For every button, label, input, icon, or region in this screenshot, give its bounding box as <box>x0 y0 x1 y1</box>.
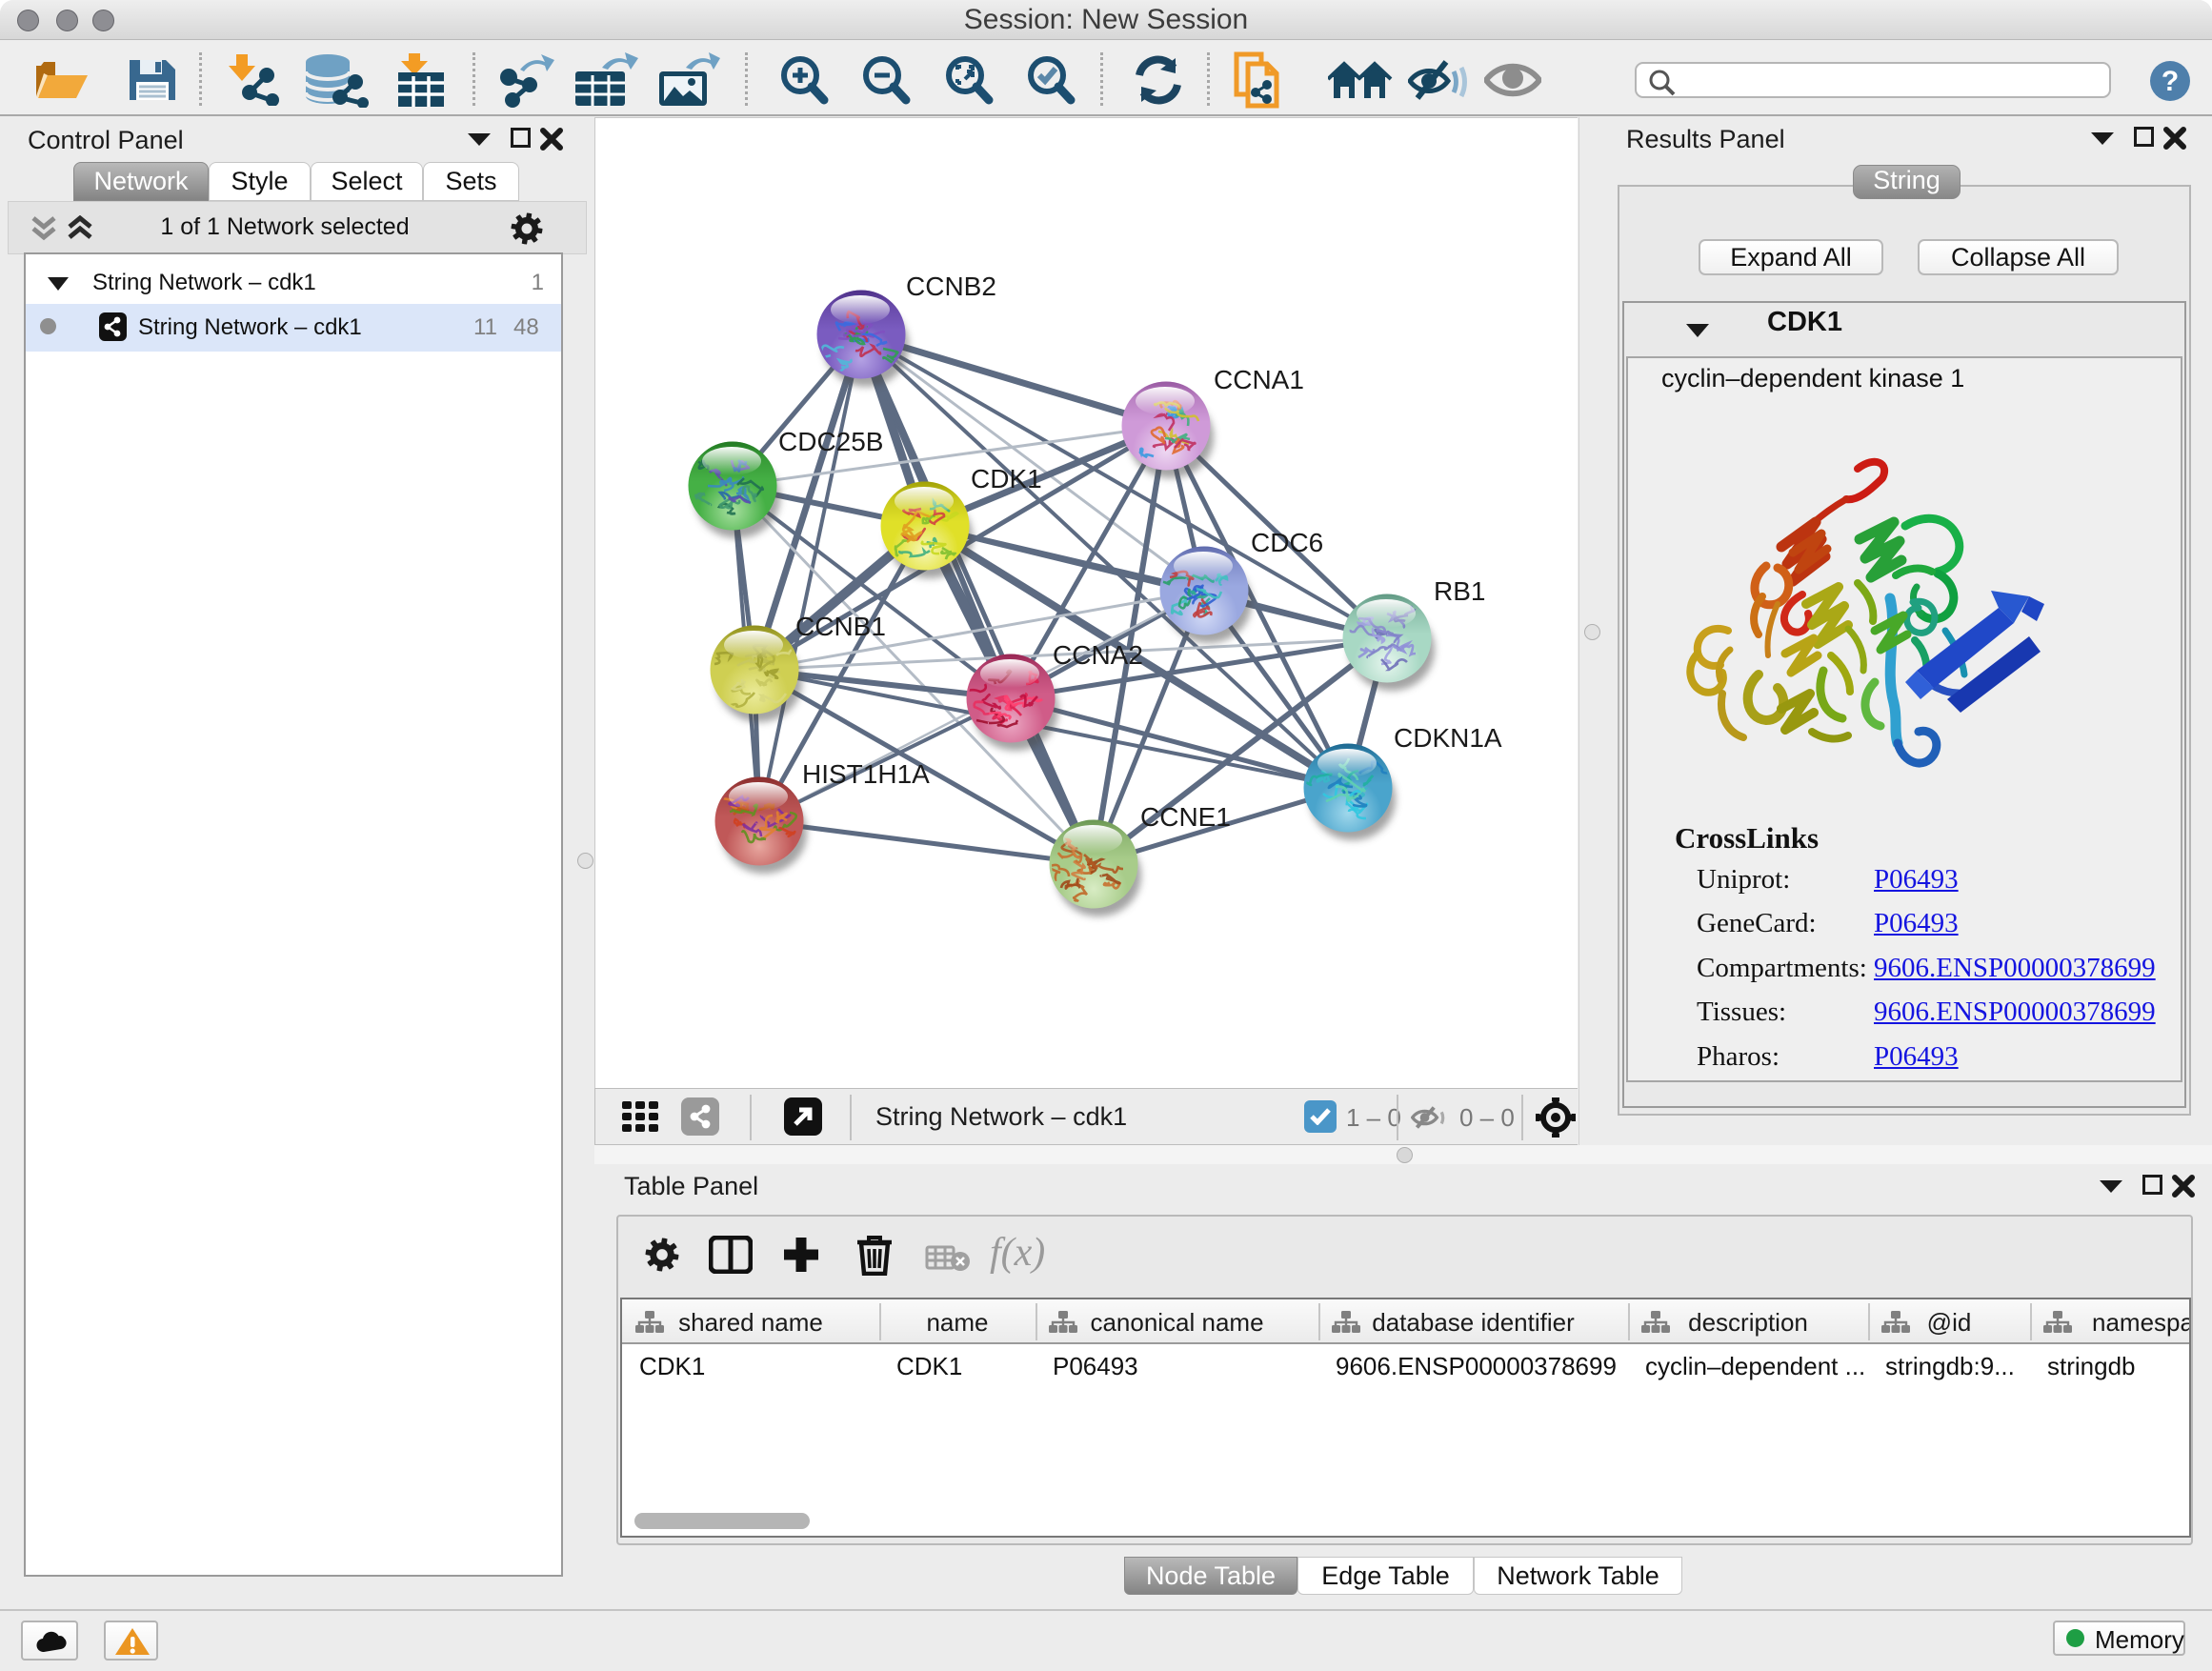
svg-text:CDK1: CDK1 <box>971 464 1042 493</box>
svg-text:CDKN1A: CDKN1A <box>1394 723 1502 753</box>
svg-text:CCNA1: CCNA1 <box>1214 365 1304 394</box>
svg-text:CCNE1: CCNE1 <box>1140 802 1231 832</box>
svg-text:CCNA2: CCNA2 <box>1053 640 1143 670</box>
svg-text:CDC6: CDC6 <box>1251 528 1323 557</box>
svg-text:RB1: RB1 <box>1434 576 1485 606</box>
svg-text:HIST1H1A: HIST1H1A <box>802 759 930 789</box>
svg-text:?: ? <box>2162 66 2179 97</box>
svg-text:CCNB1: CCNB1 <box>795 612 886 641</box>
svg-text:CCNB2: CCNB2 <box>906 272 996 301</box>
svg-text:CDC25B: CDC25B <box>778 427 883 456</box>
